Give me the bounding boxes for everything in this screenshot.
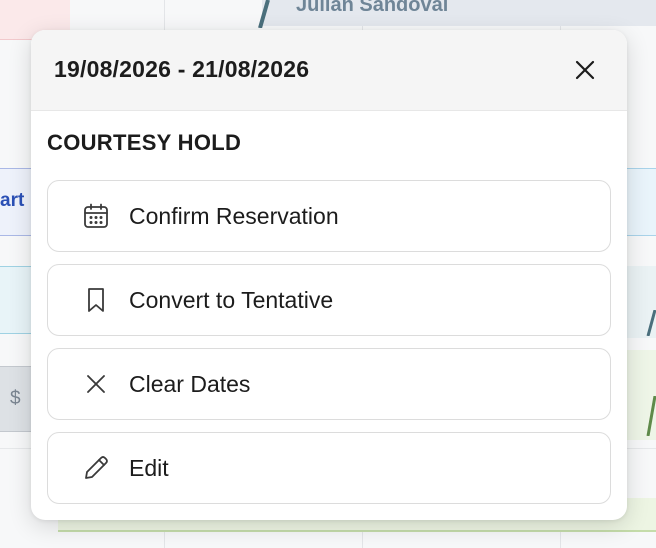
booking-bar[interactable] [0,266,34,334]
action-label: Convert to Tentative [129,286,334,313]
calendar-icon [81,201,111,231]
action-list: Confirm Reservation Convert to Tentative… [47,180,611,516]
currency-symbol: $ [10,388,21,409]
edit-button[interactable]: Edit [47,432,611,504]
action-label: Confirm Reservation [129,202,339,229]
confirm-reservation-button[interactable]: Confirm Reservation [47,180,611,252]
booking-popover: 19/08/2026 - 21/08/2026 COURTESY HOLD Co… [31,30,627,520]
action-label: Edit [129,454,169,481]
x-icon [81,369,111,399]
booking-bar-edge [646,310,656,336]
booking-bar-edge [646,396,656,436]
popover-header: 19/08/2026 - 21/08/2026 [31,30,627,111]
clear-dates-button[interactable]: Clear Dates [47,348,611,420]
action-label: Clear Dates [129,370,251,397]
close-icon [575,60,595,80]
booking-bar[interactable] [626,168,656,236]
booking-label-partial: art [0,190,25,211]
pencil-icon [81,453,111,483]
booking-bar-edge [258,0,270,28]
booking-guest-name: Julian Sandoval [296,0,449,16]
booking-status: COURTESY HOLD [47,130,242,155]
bookmark-icon [81,285,111,315]
date-range-title: 19/08/2026 - 21/08/2026 [54,56,310,82]
convert-to-tentative-button[interactable]: Convert to Tentative [47,264,611,336]
close-button[interactable] [573,58,597,82]
